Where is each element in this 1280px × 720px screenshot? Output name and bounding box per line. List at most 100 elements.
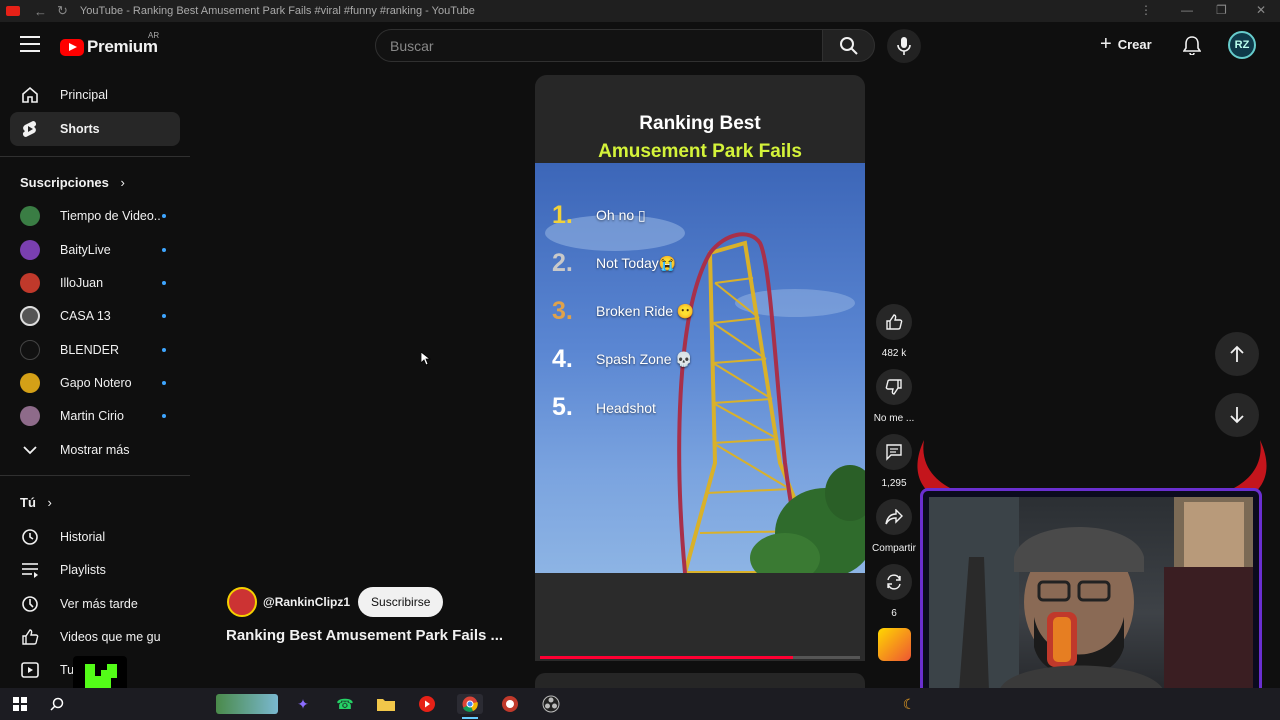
sidebar-item-playlists[interactable]: Playlists [10,553,180,587]
like-action[interactable]: 482 k [872,304,916,359]
sidebar-item-label: Videos que me gus... [60,630,160,644]
sidebar-item-subscription[interactable]: BaityLive [10,233,180,267]
remix-icon [887,574,901,590]
chrome-icon[interactable] [457,694,483,714]
short-player[interactable]: Ranking Best Amusement Park Fails 1. Oh … [535,75,865,661]
rank-text: Oh no ▯ [596,207,646,223]
short-overlay-title: Ranking Best [639,113,761,134]
search-button[interactable] [822,29,875,62]
sidebar-item-label: Ver más tarde [60,597,138,611]
bell-icon [1182,36,1202,56]
more-options-icon[interactable]: ⋮ [1140,3,1152,17]
recording-app-icon[interactable] [499,694,521,714]
search-box[interactable] [375,29,823,62]
sidebar-item-subscription[interactable]: Gapo Notero [10,366,180,400]
windows-taskbar: ✦ ☎ ☾ [0,688,1280,720]
widgets-icon[interactable] [216,694,278,714]
reload-icon[interactable]: ↻ [57,3,68,19]
next-short-button[interactable] [1215,393,1259,437]
rank-number: 3. [552,297,573,325]
obs-icon[interactable] [540,694,562,714]
notifications-button[interactable] [1182,35,1202,60]
channel-avatar [20,306,40,326]
show-more-button[interactable]: Mostrar más [10,433,180,467]
window-title: YouTube - Ranking Best Amusement Park Fa… [79,5,475,17]
account-avatar[interactable]: RZ [1228,31,1256,59]
subscribe-button[interactable]: Suscribirse [358,587,444,617]
youtube-app-icon[interactable] [416,694,438,714]
sidebar-item-label: Gapo Notero [60,376,132,390]
region-code: AR [148,31,160,40]
windows-start-icon[interactable] [9,694,31,714]
sidebar-item-watch-later[interactable]: Ver más tarde [10,587,180,621]
liked-icon [20,628,40,646]
rank-number: 1. [552,201,573,229]
channel-avatar [20,206,40,226]
sidebar-item-subscription[interactable]: Martin Cirio [10,399,180,433]
masthead: Premium AR + Crear RZ [0,22,1280,68]
plus-icon: + [1100,33,1112,55]
share-action[interactable]: Compartir [872,499,916,554]
remix-action[interactable]: 6 [872,564,916,619]
share-label: Compartir [872,543,916,554]
create-button[interactable]: + Crear [1100,33,1152,55]
short-title[interactable]: Ranking Best Amusement Park Fails ... [226,627,503,644]
maximize-icon[interactable]: ❐ [1216,3,1227,17]
sidebar-item-subscription[interactable]: BLENDER [10,333,180,367]
back-icon[interactable]: ← [34,4,47,19]
remix-button[interactable] [876,564,912,600]
webcam-overlay [920,488,1262,700]
your-videos-icon [20,661,40,679]
share-icon [885,509,903,525]
sidebar-item-subscription[interactable]: IlloJuan [10,266,180,300]
sidebar-item-label: Shorts [60,122,100,136]
rank-number: 5. [552,393,573,421]
sidebar-item-principal[interactable]: Principal [10,78,180,112]
rank-text: Headshot [596,399,656,416]
share-button[interactable] [876,499,912,535]
short-progress-bar[interactable] [540,656,860,659]
new-content-dot [162,214,166,218]
sidebar-item-label: CASA 13 [60,309,111,323]
sidebar-divider [0,156,190,157]
dislike-action[interactable]: No me ... [872,369,916,424]
file-explorer-icon[interactable] [375,694,397,714]
channel-avatar [20,406,40,426]
like-button[interactable] [876,304,912,340]
close-icon[interactable]: ✕ [1256,3,1266,17]
channel-avatar[interactable] [227,587,257,617]
sound-channel-thumbnail[interactable] [878,628,911,661]
youtube-tab-icon [6,6,20,16]
comments-button[interactable] [876,434,912,470]
you-heading[interactable]: Tú › [20,495,52,510]
subscriptions-heading[interactable]: Suscripciones › [20,175,125,190]
sidebar-item-label: IlloJuan [60,276,104,290]
taskbar-search-icon[interactable] [46,694,68,714]
new-content-dot [162,281,166,285]
sidebar-item-subscription[interactable]: Tiempo de Video... [10,199,180,233]
sidebar-item-shorts[interactable]: Shorts [10,112,180,146]
short-footer-band [535,573,865,661]
arrow-down-icon [1230,407,1244,424]
rank-number: 2. [552,249,573,277]
menu-icon[interactable] [20,36,40,52]
dislike-button[interactable] [876,369,912,405]
sidebar-item-liked-videos[interactable]: Videos que me gus... [10,620,180,654]
active-app-indicator [462,717,478,719]
new-content-dot [162,248,166,252]
previous-short-button[interactable] [1215,332,1259,376]
search-input[interactable] [376,30,822,61]
channel-name[interactable]: @RankinClipz1 [263,595,350,609]
logo-text: Premium [87,37,158,56]
voice-search-button[interactable] [887,29,921,63]
whatsapp-icon[interactable]: ☎ [334,694,356,714]
sidebar-item-label: Playlists [60,563,106,577]
new-content-dot [162,414,166,418]
youtube-premium-logo[interactable]: Premium AR [60,31,159,57]
sidebar-item-subscription[interactable]: CASA 13 [10,299,180,333]
sidebar-item-history[interactable]: Historial [10,520,180,554]
sidebar-divider [0,475,190,476]
night-mode-icon[interactable]: ☾ [898,694,920,714]
minimize-icon[interactable]: — [1181,3,1193,17]
copilot-icon[interactable]: ✦ [292,694,314,714]
